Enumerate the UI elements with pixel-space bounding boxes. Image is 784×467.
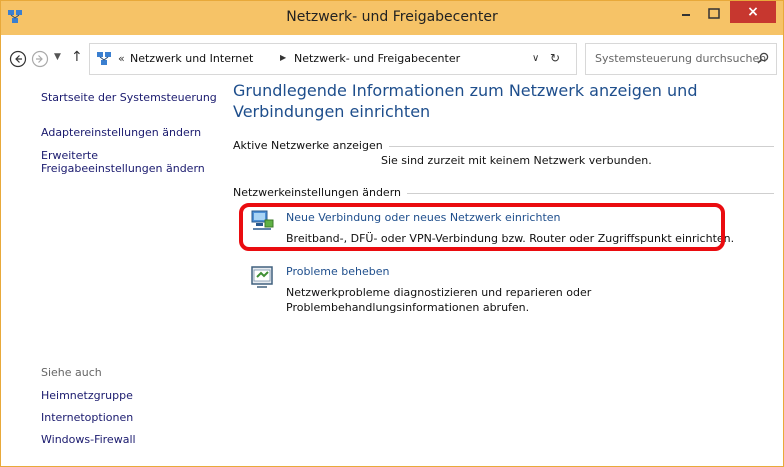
close-button[interactable]: ×	[730, 1, 776, 23]
highlight-box	[239, 203, 725, 251]
forward-icon[interactable]	[31, 50, 49, 68]
sidebar-link-homegroup[interactable]: Heimnetzgruppe	[41, 389, 133, 402]
troubleshoot-description: Netzwerkprobleme diagnostizieren und rep…	[286, 286, 592, 314]
troubleshoot-icon[interactable]	[249, 264, 275, 290]
address-bar: ▼ ↑ « Netzwerk und Internet ▶ Netzwerk- …	[1, 35, 783, 77]
back-icon[interactable]	[9, 50, 27, 68]
breadcrumb-item[interactable]: Netzwerk und Internet	[130, 52, 253, 65]
sidebar-link-internet-options[interactable]: Internetoptionen	[41, 411, 133, 424]
address-box[interactable]: « Netzwerk und Internet ▶ Netzwerk- und …	[89, 43, 577, 75]
sidebar-link-line: Freigabeeinstellungen ändern	[41, 162, 205, 175]
sidebar-link-adapter-settings[interactable]: Adaptereinstellungen ändern	[41, 126, 201, 139]
active-networks-label: Aktive Netzwerke anzeigen	[233, 139, 389, 152]
see-also-heading: Siehe auch	[41, 366, 102, 379]
network-settings-label: Netzwerkeinstellungen ändern	[233, 186, 407, 199]
search-icon[interactable]	[757, 52, 769, 64]
sidebar-link-line: Erweiterte	[41, 149, 98, 162]
window-title: Netzwerk- und Freigabecenter	[286, 9, 498, 25]
refresh-icon[interactable]: ↻	[550, 51, 560, 65]
breadcrumb-item[interactable]: Netzwerk- und Freigabecenter	[294, 52, 460, 65]
network-status-text: Sie sind zurzeit mit keinem Netzwerk ver…	[381, 154, 652, 167]
page-title: Grundlegende Informationen zum Netzwerk …	[233, 81, 698, 121]
up-arrow-icon[interactable]: ↑	[71, 49, 83, 65]
chevron-right-icon[interactable]: ▶	[280, 53, 286, 62]
breadcrumb-overflow[interactable]: «	[118, 52, 125, 65]
sidebar-link-home[interactable]: Startseite der Systemsteuerung	[41, 91, 217, 104]
network-icon	[97, 52, 111, 65]
window: Netzwerk- und Freigabecenter × ▼ ↑ « Net…	[0, 0, 784, 467]
maximize-button[interactable]	[701, 5, 727, 23]
troubleshoot-link[interactable]: Probleme beheben	[286, 265, 389, 278]
title-bar[interactable]: Netzwerk- und Freigabecenter ×	[1, 1, 783, 35]
sidebar-link-windows-firewall[interactable]: Windows-Firewall	[41, 433, 136, 446]
minimize-button[interactable]	[673, 5, 699, 23]
chevron-down-icon[interactable]: ∨	[532, 53, 539, 64]
search-placeholder: Systemsteuerung durchsuchen	[595, 52, 767, 65]
sidebar-link-advanced-sharing[interactable]: Erweiterte Freigabeeinstellungen ändern	[41, 149, 205, 175]
recent-locations-icon[interactable]: ▼	[54, 52, 61, 62]
search-input[interactable]: Systemsteuerung durchsuchen	[585, 43, 777, 75]
